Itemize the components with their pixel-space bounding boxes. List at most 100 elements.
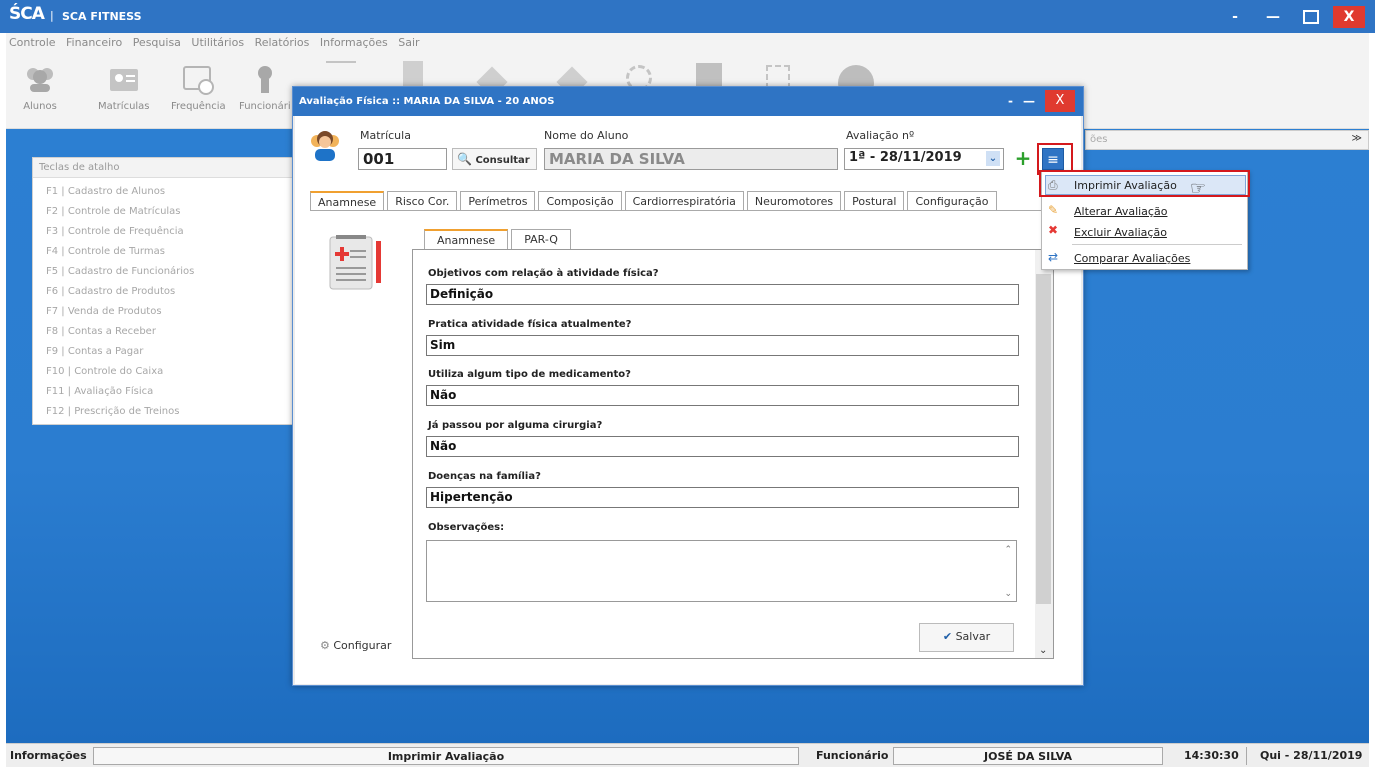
tab-risco-cor[interactable]: Risco Cor. (387, 191, 458, 211)
avaliacao-dialog: Avaliação Física :: MARIA DA SILVA - 20 … (292, 86, 1084, 686)
toolbar-matriculas[interactable]: Matrículas (98, 61, 150, 112)
pencil-icon: ✎ (1048, 203, 1059, 217)
toolbar-funcionarios[interactable]: Funcionári (239, 61, 291, 112)
shortcuts-panel: Teclas de atalho F1 | Cadastro de Alunos… (32, 157, 294, 425)
menu-item-excluir[interactable]: Excluir Avaliação (1074, 226, 1167, 239)
calendar-clock-icon (180, 61, 216, 97)
textarea-scroll-up-icon[interactable]: ⌃ (1004, 545, 1012, 555)
menu-controle[interactable]: Controle (6, 33, 60, 49)
avaliacao-value: 1ª - 28/11/2019 (849, 150, 962, 165)
tab-perimetros[interactable]: Perímetros (460, 191, 536, 211)
tab-composicao[interactable]: Composição (538, 191, 622, 211)
configurar-link[interactable]: ⚙ Configurar (320, 639, 391, 652)
toolbar-label: Matrículas (98, 101, 150, 112)
matricula-input[interactable]: 001 (358, 148, 447, 170)
menu-item-comparar[interactable]: Comparar Avaliações (1074, 252, 1190, 265)
shortcut-item[interactable]: F6 | Cadastro de Produtos (46, 282, 293, 302)
shortcut-item[interactable]: F9 | Contas a Pagar (46, 342, 293, 362)
add-avaliacao-button[interactable]: + (1012, 148, 1034, 170)
subtab-anamnese[interactable]: Anamnese (424, 229, 509, 249)
tab-anamnese[interactable]: Anamnese (310, 191, 385, 211)
shortcut-item[interactable]: F8 | Contas a Receber (46, 322, 293, 342)
search-icon: 🔍 (457, 152, 472, 166)
menu-informacoes[interactable]: Informações (317, 33, 392, 49)
delete-icon: ✖ (1048, 223, 1059, 237)
employee-icon (247, 61, 283, 97)
avaliacao-select[interactable]: 1ª - 28/11/2019 ⌄ (844, 148, 1004, 170)
shortcut-item[interactable]: F10 | Controle do Caixa (46, 362, 293, 382)
hand-cursor-icon: ☞ (1190, 178, 1207, 199)
objetivos-input[interactable]: Definição (426, 284, 1019, 305)
shortcut-item[interactable]: F2 | Controle de Matrículas (46, 202, 293, 222)
gear-icon: ⚙ (320, 639, 330, 652)
register-icon (403, 61, 423, 89)
doencas-familia-input[interactable]: Hipertenção (426, 487, 1019, 508)
menu-financeiro[interactable]: Financeiro (63, 33, 126, 49)
dialog-minimize-button[interactable]: - (1008, 94, 1013, 108)
menu-item-alterar[interactable]: Alterar Avaliação (1074, 205, 1167, 218)
toolbar-label: Funcionári (239, 101, 291, 112)
consultar-button[interactable]: 🔍 Consultar (452, 148, 537, 170)
toolbar-label: Alunos (23, 101, 57, 112)
status-bar: Informações Imprimir Avaliação Funcionár… (6, 743, 1369, 767)
shortcut-item[interactable]: F1 | Cadastro de Alunos (46, 182, 293, 202)
form-scrollbar[interactable]: ⌄ (1035, 250, 1053, 658)
minimize-button[interactable]: - (1219, 6, 1251, 28)
info-strip-label: ões (1090, 134, 1108, 145)
shortcut-item[interactable]: F3 | Controle de Frequência (46, 222, 293, 242)
title-separator: | (50, 9, 54, 22)
nome-input[interactable]: MARIA DA SILVA (544, 148, 838, 170)
medicamento-input[interactable]: Não (426, 385, 1019, 406)
dialog-close-button[interactable]: X (1045, 90, 1075, 112)
shortcut-item[interactable]: F12 | Prescrição de Treinos (46, 402, 293, 422)
toolbar-frequencia[interactable]: Frequência (171, 61, 226, 112)
menu-sair[interactable]: Sair (395, 33, 423, 49)
scroll-down-icon[interactable]: ⌄ (1039, 645, 1047, 656)
tab-cardiorrespiratoria[interactable]: Cardiorrespiratória (624, 191, 744, 211)
cirurgia-input[interactable]: Não (426, 436, 1019, 457)
salvar-button[interactable]: ✔ Salvar (919, 623, 1014, 652)
tab-neuromotores[interactable]: Neuromotores (746, 191, 842, 211)
dialog-body: Matrícula 001 🔍 Consultar Nome do Aluno … (295, 116, 1081, 684)
app-title: SCA FITNESS (62, 10, 142, 23)
menu-utilitarios[interactable]: Utilitários (188, 33, 248, 49)
shortcut-item[interactable]: F7 | Venda de Produtos (46, 302, 293, 322)
sub-tabs: Anamnese PAR-Q (424, 229, 574, 249)
restore-button[interactable]: — (1257, 6, 1289, 28)
toolbar-label: Frequência (171, 101, 226, 112)
close-button[interactable]: X (1333, 6, 1365, 28)
shortcut-item[interactable]: F11 | Avaliação Física (46, 382, 293, 402)
configurar-label: Configurar (333, 639, 392, 652)
shortcut-item[interactable]: F5 | Cadastro de Funcionários (46, 262, 293, 282)
question-label: Já passou por alguma cirurgia? (428, 420, 603, 431)
shortcut-item[interactable]: F4 | Controle de Turmas (46, 242, 293, 262)
app-logo: ŚCA (9, 4, 45, 24)
app-titlebar: ŚCA | SCA FITNESS - — X (0, 0, 1375, 33)
students-icon (22, 61, 58, 97)
dialog-restore-button[interactable]: — (1023, 94, 1035, 108)
status-date: Qui - 28/11/2019 (1260, 749, 1363, 762)
question-label: Doenças na família? (428, 471, 541, 482)
check-icon: ✔ (942, 630, 953, 643)
textarea-scroll-down-icon[interactable]: ⌄ (1004, 589, 1012, 599)
main-tabs: Anamnese Risco Cor. Perímetros Composiçã… (310, 191, 1000, 211)
observacoes-textarea[interactable]: ⌃ ⌄ (426, 540, 1017, 602)
highlight-box (1039, 170, 1250, 197)
collapse-toggle-icon[interactable]: ≫ (1352, 133, 1362, 144)
avaliacao-label: Avaliação nº (846, 129, 915, 142)
enrollment-icon (106, 61, 142, 97)
status-divider (1246, 747, 1247, 765)
tab-configuracao[interactable]: Configuração (907, 191, 997, 211)
tab-postural[interactable]: Postural (844, 191, 905, 211)
status-info-value: Imprimir Avaliação (93, 747, 799, 765)
maximize-button[interactable] (1295, 6, 1327, 28)
menu-pesquisa[interactable]: Pesquisa (130, 33, 185, 49)
salvar-label: Salvar (955, 630, 991, 643)
toolbar-alunos[interactable]: Alunos (22, 61, 58, 112)
pratica-atividade-input[interactable]: Sim (426, 335, 1019, 356)
scrollbar-thumb[interactable] (1036, 274, 1051, 604)
menu-relatorios[interactable]: Relatórios (252, 33, 314, 49)
status-time: 14:30:30 (1184, 749, 1239, 762)
observacoes-label: Observações: (428, 522, 505, 533)
subtab-parq[interactable]: PAR-Q (511, 229, 571, 249)
